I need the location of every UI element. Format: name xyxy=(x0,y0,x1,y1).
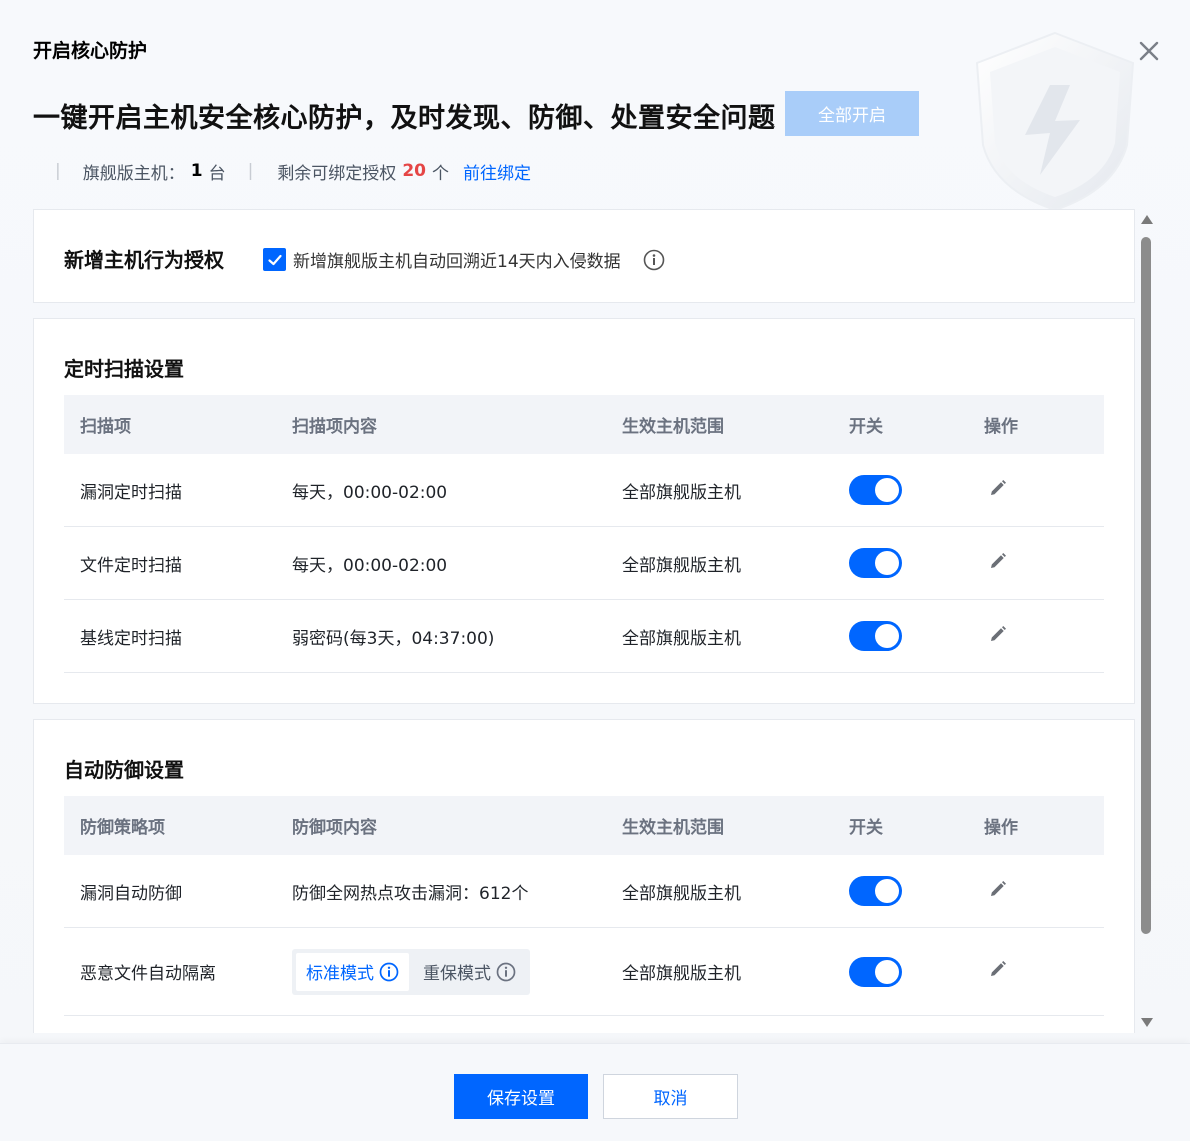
heavy-mode-label: 重保模式 xyxy=(423,964,491,984)
remaining-label: 剩余可绑定授权 xyxy=(277,163,397,184)
scan-section-title: 定时扫描设置 xyxy=(64,357,184,381)
info-icon[interactable] xyxy=(496,962,516,982)
dialog-title: 开启核心防护 xyxy=(33,40,148,62)
enable-toggle[interactable] xyxy=(849,621,902,651)
table-header: 扫描项 扫描项内容 生效主机范围 开关 操作 xyxy=(64,395,1104,454)
column-header: 生效主机范围 xyxy=(622,818,724,838)
column-header: 防御策略项 xyxy=(80,818,165,838)
column-header: 生效主机范围 xyxy=(622,417,724,437)
auto-backtrack-label[interactable]: 新增旗舰版主机自动回溯近14天内入侵数据 xyxy=(293,247,621,272)
cancel-button[interactable]: 取消 xyxy=(603,1074,738,1119)
vertical-scrollbar[interactable] xyxy=(1138,212,1156,1030)
enable-toggle[interactable] xyxy=(849,956,902,987)
headline: 一键开启主机安全核心防护，及时发现、防御、处置安全问题 xyxy=(33,103,776,134)
info-icon[interactable] xyxy=(643,249,665,271)
host-scope: 全部旗舰版主机 xyxy=(622,555,741,576)
scan-settings-card: 定时扫描设置 扫描项 扫描项内容 生效主机范围 开关 操作 漏洞定时扫描 每天，… xyxy=(33,318,1135,704)
defense-section-title: 自动防御设置 xyxy=(64,758,184,782)
table-row: 基线定时扫描 弱密码(每3天，04:37:00) 全部旗舰版主机 xyxy=(64,600,1104,673)
toggle-knob xyxy=(875,624,899,648)
bind-link[interactable]: 前往绑定 xyxy=(463,159,531,184)
toggle-knob xyxy=(875,879,899,903)
scan-table: 扫描项 扫描项内容 生效主机范围 开关 操作 漏洞定时扫描 每天，00:00-0… xyxy=(64,395,1104,673)
auto-backtrack-checkbox[interactable] xyxy=(263,248,286,271)
close-icon[interactable] xyxy=(1136,38,1162,64)
host-scope: 全部旗舰版主机 xyxy=(622,628,741,649)
info-icon[interactable] xyxy=(379,962,399,982)
edit-icon[interactable] xyxy=(987,878,1009,900)
scan-item: 基线定时扫描 xyxy=(80,628,182,649)
heavy-mode-option[interactable]: 重保模式 xyxy=(409,953,526,991)
shield-icon xyxy=(975,31,1135,212)
table-row: 恶意文件自动隔离 标准模式 重保模式 全部旗舰版主机 xyxy=(64,928,1104,1016)
defense-content: 防御全网热点攻击漏洞：612个 xyxy=(292,883,529,904)
column-header: 防御项内容 xyxy=(292,818,377,838)
scan-content: 每天，00:00-02:00 xyxy=(292,482,448,503)
divider: | xyxy=(55,161,61,181)
host-scope: 全部旗舰版主机 xyxy=(622,883,741,904)
save-settings-button[interactable]: 保存设置 xyxy=(454,1074,588,1119)
defense-item: 漏洞自动防御 xyxy=(80,883,182,904)
defense-table: 防御策略项 防御项内容 生效主机范围 开关 操作 漏洞自动防御 防御全网热点攻击… xyxy=(64,796,1104,1016)
column-header: 操作 xyxy=(984,417,1018,437)
toggle-knob xyxy=(875,551,899,575)
core-protection-dialog: 开启核心防护 一键开启主机安全核心防护，及时发现、防御、处置安全问题 全部开启 … xyxy=(0,0,1190,1141)
auth-label: 新增主机行为授权 xyxy=(64,248,224,272)
remaining-unit: 个 xyxy=(431,163,449,184)
table-row: 漏洞定时扫描 每天，00:00-02:00 全部旗舰版主机 xyxy=(64,454,1104,527)
host-stats: | 旗舰版主机： 1 台 | 剩余可绑定授权 20 个 前往绑定 xyxy=(55,159,531,184)
scroll-down-arrow-icon[interactable] xyxy=(1140,1016,1154,1028)
column-header: 扫描项内容 xyxy=(292,417,377,437)
flagship-label: 旗舰版主机： xyxy=(82,163,185,184)
enable-toggle[interactable] xyxy=(849,475,902,505)
host-scope: 全部旗舰版主机 xyxy=(622,964,741,984)
table-row: 漏洞自动防御 防御全网热点攻击漏洞：612个 全部旗舰版主机 xyxy=(64,855,1104,928)
enable-toggle[interactable] xyxy=(849,548,902,578)
scan-item: 文件定时扫描 xyxy=(80,555,182,576)
scan-content: 每天，00:00-02:00 xyxy=(292,555,448,576)
scan-item: 漏洞定时扫描 xyxy=(80,482,182,503)
enable-toggle[interactable] xyxy=(849,876,902,906)
isolation-mode-switch: 标准模式 重保模式 xyxy=(292,948,530,995)
column-header: 开关 xyxy=(849,818,883,838)
remaining-count: 20 xyxy=(402,161,426,181)
divider: | xyxy=(247,161,254,181)
table-row: 文件定时扫描 每天，00:00-02:00 全部旗舰版主机 xyxy=(64,527,1104,600)
dialog-footer: 保存设置 取消 xyxy=(0,1043,1190,1141)
enable-all-button[interactable]: 全部开启 xyxy=(785,91,919,136)
column-header: 扫描项 xyxy=(80,417,131,437)
defense-item: 恶意文件自动隔离 xyxy=(80,964,216,984)
auth-card: 新增主机行为授权 新增旗舰版主机自动回溯近14天内入侵数据 xyxy=(33,209,1135,303)
column-header: 操作 xyxy=(984,818,1018,838)
standard-mode-option[interactable]: 标准模式 xyxy=(296,952,409,991)
settings-scroll-area: 新增主机行为授权 新增旗舰版主机自动回溯近14天内入侵数据 定时扫描设置 扫描项… xyxy=(33,209,1136,1033)
table-header: 防御策略项 防御项内容 生效主机范围 开关 操作 xyxy=(64,796,1104,855)
flagship-count: 1 xyxy=(190,161,203,181)
scrollbar-thumb[interactable] xyxy=(1141,237,1151,934)
toggle-knob xyxy=(875,478,899,502)
toggle-knob xyxy=(875,959,899,984)
edit-icon[interactable] xyxy=(987,623,1009,645)
scroll-up-arrow-icon[interactable] xyxy=(1140,214,1154,226)
check-icon xyxy=(267,254,282,265)
defense-settings-card: 自动防御设置 防御策略项 防御项内容 生效主机范围 开关 操作 漏洞自动防御 防… xyxy=(33,719,1135,1033)
column-header: 开关 xyxy=(849,417,883,437)
scan-content: 弱密码(每3天，04:37:00) xyxy=(292,628,495,649)
edit-icon[interactable] xyxy=(987,958,1009,980)
standard-mode-label: 标准模式 xyxy=(306,964,374,984)
flagship-unit: 台 xyxy=(208,163,226,184)
host-scope: 全部旗舰版主机 xyxy=(622,482,741,503)
edit-icon[interactable] xyxy=(987,550,1009,572)
edit-icon[interactable] xyxy=(987,477,1009,499)
